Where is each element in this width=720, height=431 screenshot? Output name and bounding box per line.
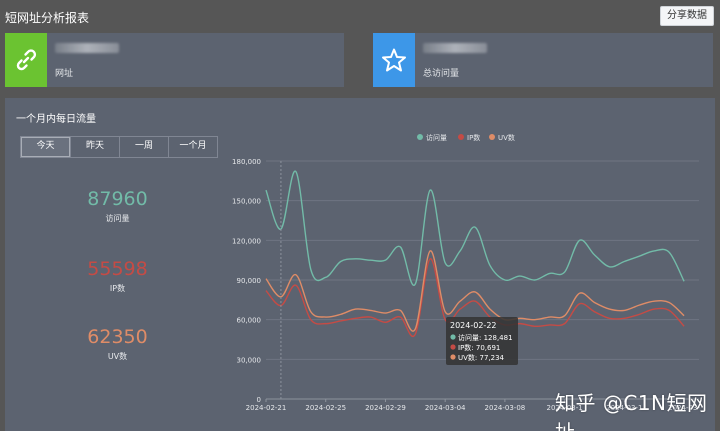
url-label: 网址	[55, 69, 74, 79]
daily-traffic-panel: 一个月内每日流量 今天 昨天 一周 一个月 87960 访问量 55598 IP…	[5, 98, 715, 431]
y-tick-label: 150,000	[232, 198, 261, 206]
share-data-button[interactable]: 分享数据	[660, 6, 714, 26]
page-title: 短网址分析报表	[5, 11, 90, 25]
tooltip-marker-1	[450, 344, 456, 350]
legend-label-0: 访问量	[426, 133, 447, 142]
total-visits-value-blurred	[423, 43, 487, 53]
tooltip-marker-0	[450, 334, 456, 340]
top-bar: 短网址分析报表 分享数据	[0, 0, 720, 32]
star-icon	[373, 33, 415, 87]
legend-marker-2	[489, 134, 495, 140]
legend-label-2: UV数	[498, 133, 515, 142]
y-tick-label: 180,000	[232, 158, 261, 166]
x-tick-label: 2024-03-08	[485, 404, 526, 412]
tooltip-marker-2	[450, 354, 456, 360]
y-tick-label: 0	[257, 396, 261, 404]
tooltip-row-2: UV数: 77,234	[458, 353, 505, 362]
legend-marker-0	[417, 134, 423, 140]
traffic-line-chart: 0 30,000 60,000 90,000 120,000 150,000 180,000…	[232, 133, 700, 412]
tooltip-row-1: IP数: 70,691	[458, 343, 500, 352]
legend-label-1: IP数	[467, 133, 480, 142]
total-visits-label: 总访问量	[423, 69, 460, 79]
total-visits-card: 总访问量	[373, 33, 713, 87]
x-tick-label: 2024-03-04	[425, 404, 466, 412]
traffic-chart: 0 30,000 60,000 90,000 120,000 150,000 180,000…	[5, 98, 715, 431]
y-tick-label: 90,000	[237, 277, 262, 285]
y-tick-label: 60,000	[237, 317, 262, 325]
url-value-blurred	[55, 43, 119, 53]
link-icon	[5, 33, 47, 87]
y-tick-label: 120,000	[232, 237, 261, 245]
watermark: 知乎 @C1N短网址	[555, 391, 708, 431]
tooltip-date: 2024-02-22	[450, 321, 497, 330]
y-tick-label: 30,000	[237, 356, 262, 364]
x-tick-label: 2024-02-25	[305, 404, 346, 412]
x-tick-label: 2024-02-29	[365, 404, 406, 412]
url-card: 网址	[5, 33, 344, 87]
series-line-0	[265, 170, 685, 286]
tooltip-row-0: 访问量: 128,481	[458, 333, 513, 342]
x-tick-label: 2024-02-21	[246, 404, 287, 412]
legend-marker-1	[458, 134, 464, 140]
